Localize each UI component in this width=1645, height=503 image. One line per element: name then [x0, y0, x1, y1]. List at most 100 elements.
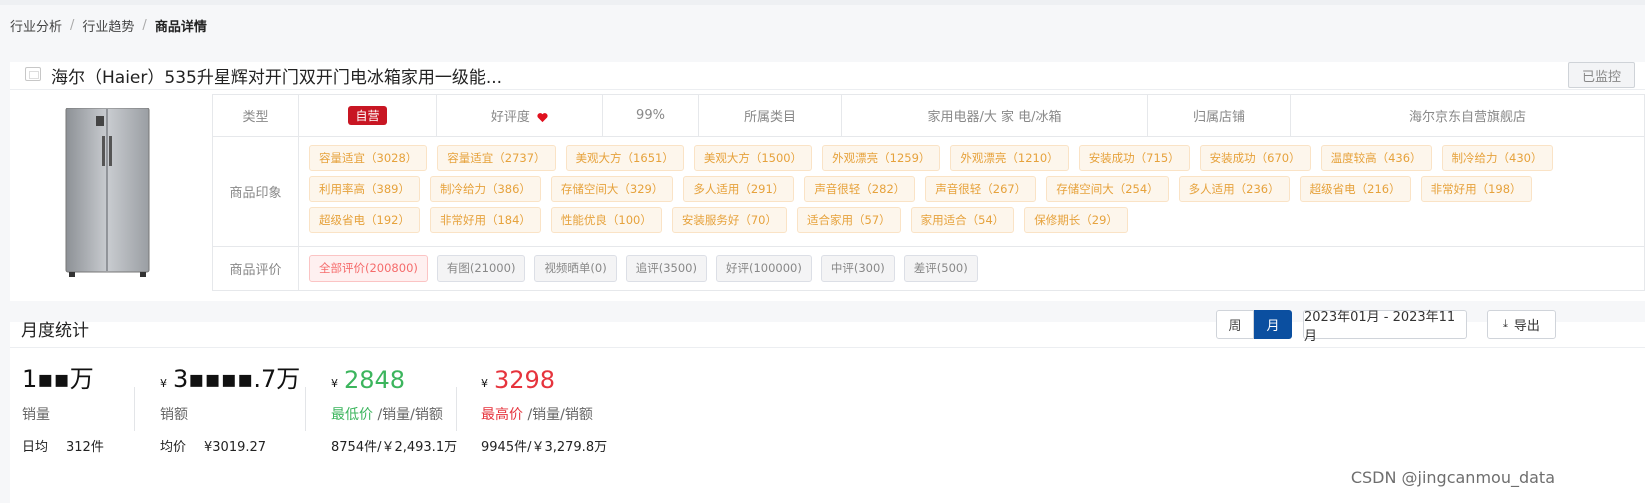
breadcrumb-separator: / [142, 17, 147, 33]
impression-tag[interactable]: 美观大方（1500） [693, 145, 813, 171]
impression-tag[interactable]: 美观大方（1651） [565, 145, 684, 171]
product-title: 海尔（Haier）535升星辉对开门双开门电冰箱家用一级能... [51, 68, 503, 88]
volume-daily: 日均 312件 [22, 436, 122, 455]
breadcrumb: 行业分析 / 行业趋势 / 商品详情 [10, 15, 207, 35]
product-image [65, 108, 150, 277]
stats-title: 月度统计 [21, 321, 89, 341]
impression-tag[interactable]: 安装成功（715） [1078, 145, 1190, 171]
watermark: CSDN @jingcanmou_data [1350, 468, 1555, 487]
shop-label: 归属店铺 [1147, 94, 1291, 137]
period-month-button[interactable]: 月 [1254, 310, 1292, 339]
review-filter-tag[interactable]: 视频晒单(0) [534, 255, 617, 282]
stats-header: 月度统计 周 月 2023年01月 - 2023年11月 ⤓ 导出 [10, 310, 1645, 348]
impression-tag[interactable]: 非常好用（184） [429, 207, 541, 233]
max-price-label: 最高价 /销量/销额 [481, 404, 607, 424]
stat-volume: 1▪▪万 销量 日均 312件 [22, 362, 122, 455]
review-filter-cell: 全部评价(200800) 有图(21000) 视频晒单(0) 追评(3500) 好评(1… [298, 246, 1645, 291]
period-week-button[interactable]: 周 [1216, 310, 1254, 339]
shop-value: 海尔京东自营旗舰店 [1290, 94, 1645, 137]
impression-tag[interactable]: 存储空间大（254） [1046, 176, 1169, 202]
impression-tag[interactable]: 利用率高（389） [309, 176, 420, 202]
impression-tag[interactable]: 超级省电（192） [309, 207, 420, 233]
impression-tag[interactable]: 非常好用（198） [1420, 176, 1532, 202]
impression-tag[interactable]: 超级省电（216） [1299, 176, 1411, 202]
product-title-bar: 海尔（Haier）535升星辉对开门双开门电冰箱家用一级能... 已监控 [10, 62, 1645, 90]
impression-tag[interactable]: 性能优良（100） [550, 207, 662, 233]
download-icon: ⤓ [1503, 318, 1508, 330]
sales-average: 均价 ¥3019.27 [160, 436, 300, 455]
currency-symbol: ¥ [331, 377, 338, 390]
average-value: ¥3019.27 [204, 440, 267, 455]
impression-tag[interactable]: 外观漂亮（1259） [822, 145, 941, 171]
rating-label: 好评度 [490, 110, 530, 125]
review-filter-tag[interactable]: 有图(21000) [436, 255, 526, 282]
max-price-value: 3298 [494, 366, 556, 394]
impression-tag[interactable]: 制冷给力（386） [429, 176, 541, 202]
rating-value: 99% [602, 94, 699, 137]
currency-symbol: ¥ [160, 377, 167, 390]
self-operated-badge: 自营 [348, 106, 387, 125]
category-label: 所属类目 [698, 94, 842, 137]
breadcrumb-industry-trend[interactable]: 行业趋势 [82, 16, 134, 35]
min-price-detail: 8754件/￥2,493.1万 [331, 440, 458, 455]
image-placeholder-icon [25, 67, 41, 81]
product-info-table: 类型 自营 好评度 99% 所属类目 家用电器/大 家 电/冰箱 归属店铺 海尔… [212, 94, 1645, 291]
sales-value-row: ¥ 3▪▪▪▪.7万 [160, 362, 300, 394]
impression-tag[interactable]: 家用适合（54） [910, 207, 1015, 233]
min-price-title: 最低价 [331, 407, 373, 423]
breadcrumb-industry-analysis[interactable]: 行业分析 [10, 16, 62, 35]
review-filter-tag[interactable]: 追评(3500) [625, 255, 707, 282]
max-price-row: ¥ 3298 [481, 362, 607, 394]
impression-tag[interactable]: 外观漂亮（1210） [950, 145, 1069, 171]
top-strip [0, 0, 1645, 5]
min-price-row: ¥ 2848 [331, 362, 457, 394]
impression-tag[interactable]: 保修期长（29） [1024, 207, 1128, 233]
breadcrumb-separator: / [70, 17, 75, 33]
heart-icon [537, 113, 548, 123]
impression-label: 商品印象 [212, 136, 299, 247]
type-label: 类型 [212, 94, 299, 137]
breadcrumb-current: 商品详情 [154, 19, 207, 35]
impression-tag[interactable]: 安装成功（670） [1199, 145, 1311, 171]
min-price-label: 最低价 /销量/销额 [331, 404, 457, 424]
review-filter-tag[interactable]: 好评(100000) [715, 255, 812, 282]
stat-max-price: ¥ 3298 最高价 /销量/销额 9945件/￥3,279.8万 [481, 362, 607, 455]
review-filter-tag[interactable]: 全部评价(200800) [309, 255, 428, 282]
impression-tag[interactable]: 适合家用（57） [797, 207, 901, 233]
stat-divider [134, 387, 135, 431]
sales-value: 3▪▪▪▪.7万 [173, 365, 301, 393]
daily-label: 日均 [22, 440, 49, 455]
min-price-value: 2848 [344, 366, 406, 394]
impression-tag[interactable]: 温度较高（436） [1320, 145, 1432, 171]
impression-tag[interactable]: 容量适宜（3028） [309, 145, 428, 171]
export-button[interactable]: ⤓ 导出 [1487, 310, 1556, 339]
impression-tag[interactable]: 多人适用（291） [683, 176, 795, 202]
impression-tag[interactable]: 存储空间大（329） [550, 176, 674, 202]
review-filter-tag[interactable]: 差评(500) [903, 255, 978, 282]
category-value: 家用电器/大 家 电/冰箱 [841, 94, 1148, 137]
impression-tag[interactable]: 声音很轻（267） [925, 176, 1037, 202]
stat-min-price: ¥ 2848 最低价 /销量/销额 8754件/￥2,493.1万 [331, 362, 457, 455]
max-price-detail: 9945件/￥3,279.8万 [481, 440, 608, 455]
period-toggle: 周 月 [1216, 310, 1292, 339]
impression-tag[interactable]: 制冷给力（430） [1441, 145, 1553, 171]
sales-label: 销额 [160, 407, 188, 423]
volume-label: 销量 [22, 407, 50, 423]
review-label: 商品评价 [212, 246, 299, 291]
impression-tag[interactable]: 容量适宜（2737） [437, 145, 556, 171]
impression-tag[interactable]: 多人适用（236） [1178, 176, 1290, 202]
stat-sales: ¥ 3▪▪▪▪.7万 销额 均价 ¥3019.27 [160, 362, 300, 455]
currency-symbol: ¥ [481, 377, 488, 390]
stat-divider [305, 387, 306, 431]
product-card: 海尔（Haier）535升星辉对开门双开门电冰箱家用一级能... 已监控 类型 … [10, 62, 1645, 301]
monitored-button[interactable]: 已监控 [1568, 62, 1635, 88]
review-filter-tag[interactable]: 中评(300) [820, 255, 895, 282]
date-range-picker[interactable]: 2023年01月 - 2023年11月 [1303, 310, 1467, 344]
average-label: 均价 [160, 440, 187, 455]
volume-value: 1▪▪万 [22, 365, 94, 393]
daily-value: 312件 [66, 440, 104, 455]
impression-tag[interactable]: 声音很轻（282） [804, 176, 916, 202]
impression-tag[interactable]: 安装服务好（70） [671, 207, 787, 233]
stat-divider [456, 387, 457, 431]
max-price-title: 最高价 [481, 407, 523, 423]
